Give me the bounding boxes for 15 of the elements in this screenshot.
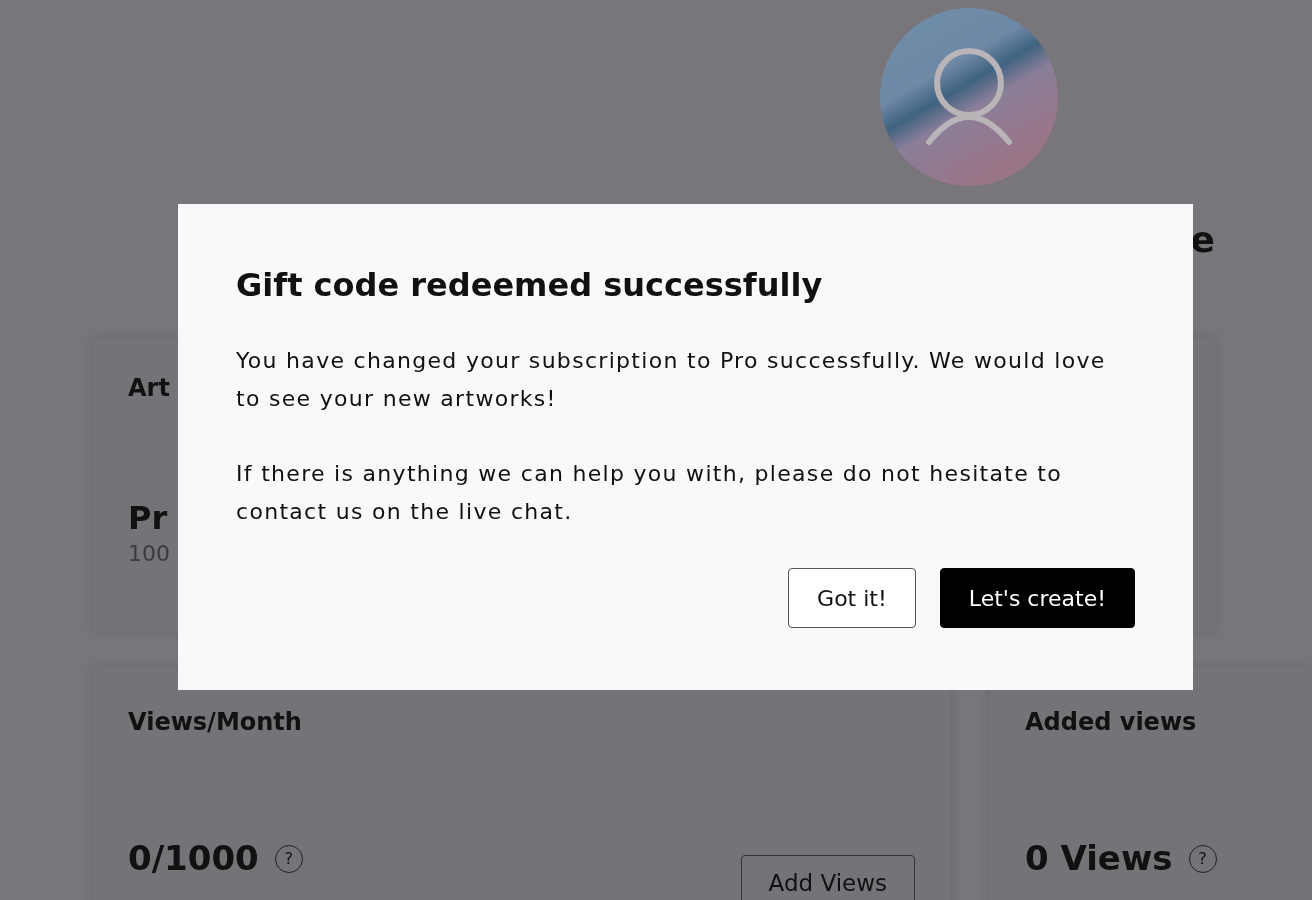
plan-name: Pr: [128, 499, 168, 538]
modal-paragraph: If there is anything we can help you with, please do not hesitate to contact us on the live chat.: [236, 460, 1063, 527]
card-title: Views/Month: [128, 708, 302, 737]
card-title: Art: [128, 374, 170, 403]
stat-value: 0 Views: [1025, 837, 1173, 880]
plan-detail: 100: [128, 540, 170, 569]
profile-name: e: [1190, 219, 1215, 260]
create-button[interactable]: Let's create!: [939, 568, 1135, 629]
card-title: Added views: [1025, 708, 1197, 737]
person-icon: [924, 47, 1014, 147]
modal-title: Gift code redeemed successfully: [236, 266, 824, 305]
modal-paragraph: You have changed your subscription to Pro successfully. We would love to see your new artworks!: [236, 347, 1107, 414]
got-it-button[interactable]: Got it!: [788, 568, 916, 629]
add-views-button[interactable]: Add Views: [740, 855, 915, 900]
stat-value: 0/1000: [128, 837, 259, 880]
